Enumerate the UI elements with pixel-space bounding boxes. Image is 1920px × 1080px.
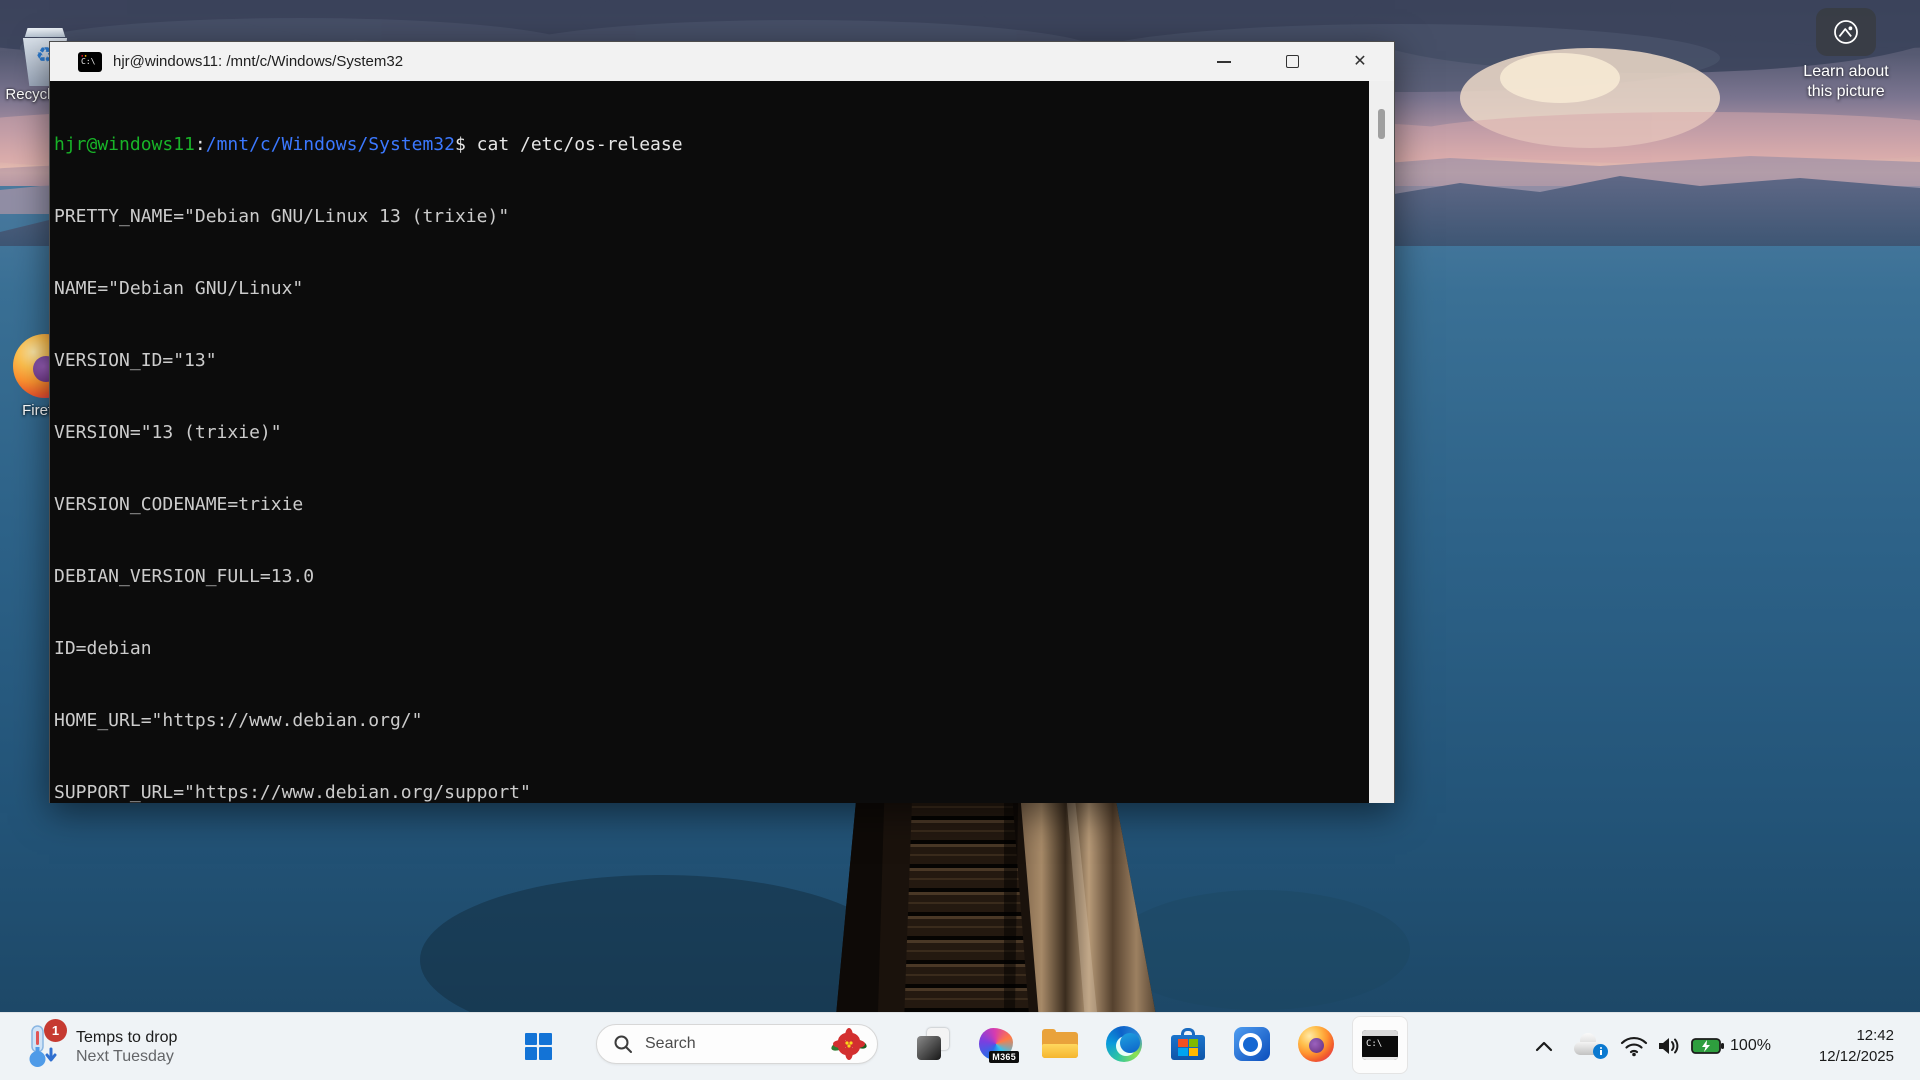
recycle-bin-lid — [22, 28, 68, 37]
terminal-output-line: PRETTY_NAME="Debian GNU/Linux 13 (trixie… — [54, 205, 1370, 229]
terminal-window[interactable]: ●● C:\ hjr@windows11: /mnt/c/Windows/Sys… — [49, 41, 1395, 803]
learn-about-picture-widget[interactable]: Learn about this picture — [1800, 8, 1892, 102]
firefox-button[interactable] — [1292, 1014, 1340, 1074]
tray-time: 12:42 — [1856, 1025, 1894, 1046]
minimize-button[interactable] — [1190, 42, 1258, 81]
window-title: hjr@windows11: /mnt/c/Windows/System32 — [113, 53, 403, 70]
terminal-output-line: SUPPORT_URL="https://www.debian.org/supp… — [54, 781, 1370, 803]
terminal-command: cat /etc/os-release — [466, 134, 683, 155]
onedrive-cloud-icon — [1574, 1035, 1606, 1057]
terminal-scrollbar[interactable] — [1369, 81, 1394, 803]
folder-icon — [1042, 1029, 1078, 1059]
onedrive-tray-button[interactable] — [1570, 1012, 1610, 1080]
firefox-icon — [1298, 1026, 1334, 1062]
terminal-output-line: VERSION_CODENAME=trixie — [54, 493, 1370, 517]
maximize-icon — [1286, 55, 1299, 68]
volume-tray-button[interactable] — [1652, 1012, 1688, 1080]
terminal-output-line: HOME_URL="https://www.debian.org/" — [54, 709, 1370, 733]
notification-badge: 1 — [44, 1019, 67, 1042]
weather-subtext: Next Tuesday — [76, 1048, 177, 1066]
terminal-output-line: NAME="Debian GNU/Linux" — [54, 277, 1370, 301]
edge-button[interactable] — [1100, 1014, 1148, 1074]
terminal-output-line: DEBIAN_VERSION_FULL=13.0 — [54, 565, 1370, 589]
close-icon: ✕ — [1353, 54, 1366, 70]
terminal-output-line: VERSION="13 (trixie)" — [54, 421, 1370, 445]
outlook-icon — [1234, 1027, 1270, 1061]
tray-chevron-button[interactable] — [1528, 1012, 1560, 1080]
battery-percent: 100% — [1730, 1037, 1771, 1055]
file-explorer-button[interactable] — [1036, 1014, 1084, 1074]
info-badge-icon — [1593, 1044, 1608, 1059]
close-button[interactable]: ✕ — [1326, 42, 1394, 81]
edge-icon — [1106, 1026, 1142, 1062]
scrollbar-thumb[interactable] — [1378, 109, 1385, 139]
m365-copilot-button[interactable]: M365 — [972, 1014, 1020, 1074]
m365-copilot-icon: M365 — [979, 1028, 1013, 1060]
tray-date: 12/12/2025 — [1819, 1046, 1894, 1067]
desktop-screen: ♻ Recycle Bin Firefox Learn about this p… — [0, 0, 1920, 1080]
speaker-icon — [1657, 1035, 1683, 1057]
store-icon — [1171, 1028, 1205, 1060]
poinsettia-icon — [831, 1028, 867, 1062]
battery-tray-button[interactable]: 100% — [1688, 1012, 1774, 1080]
terminal-button-active[interactable]: C:\ — [1352, 1016, 1408, 1074]
terminal-window-icon: ●● C:\ — [78, 52, 102, 72]
battery-icon — [1691, 1037, 1725, 1055]
terminal-output-line: VERSION_ID="13" — [54, 349, 1370, 373]
clock[interactable]: 12:42 12/12/2025 — [1819, 1012, 1894, 1080]
search-placeholder: Search — [645, 1035, 696, 1053]
terminal-app-icon: C:\ — [1362, 1030, 1398, 1060]
outlook-button[interactable] — [1228, 1014, 1276, 1074]
learn-about-picture-text: Learn about this picture — [1800, 62, 1892, 102]
chevron-up-icon — [1535, 1040, 1553, 1052]
microsoft-store-button[interactable] — [1164, 1014, 1212, 1074]
windows-logo-icon — [525, 1033, 552, 1060]
task-view-button[interactable] — [909, 1014, 957, 1074]
maximize-button[interactable] — [1258, 42, 1326, 81]
terminal-titlebar[interactable]: ●● C:\ hjr@windows11: /mnt/c/Windows/Sys… — [50, 42, 1394, 81]
minimize-icon — [1217, 61, 1231, 63]
terminal-output-line: ID=debian — [54, 637, 1370, 661]
search-icon — [613, 1034, 633, 1054]
wifi-icon — [1620, 1035, 1648, 1057]
start-button[interactable] — [516, 1014, 560, 1078]
terminal-content[interactable]: hjr@windows11:/mnt/c/Windows/System32$ c… — [50, 81, 1370, 803]
weather-widget[interactable]: 1 Temps to drop Next Tuesday — [18, 1019, 177, 1075]
search-box[interactable]: Search — [596, 1024, 878, 1064]
task-view-icon — [916, 1027, 950, 1061]
weather-headline: Temps to drop — [76, 1029, 177, 1047]
picture-info-icon[interactable] — [1816, 8, 1876, 56]
wifi-tray-button[interactable] — [1616, 1012, 1652, 1080]
terminal-prompt-line: hjr@windows11:/mnt/c/Windows/System32$ c… — [54, 133, 1370, 157]
